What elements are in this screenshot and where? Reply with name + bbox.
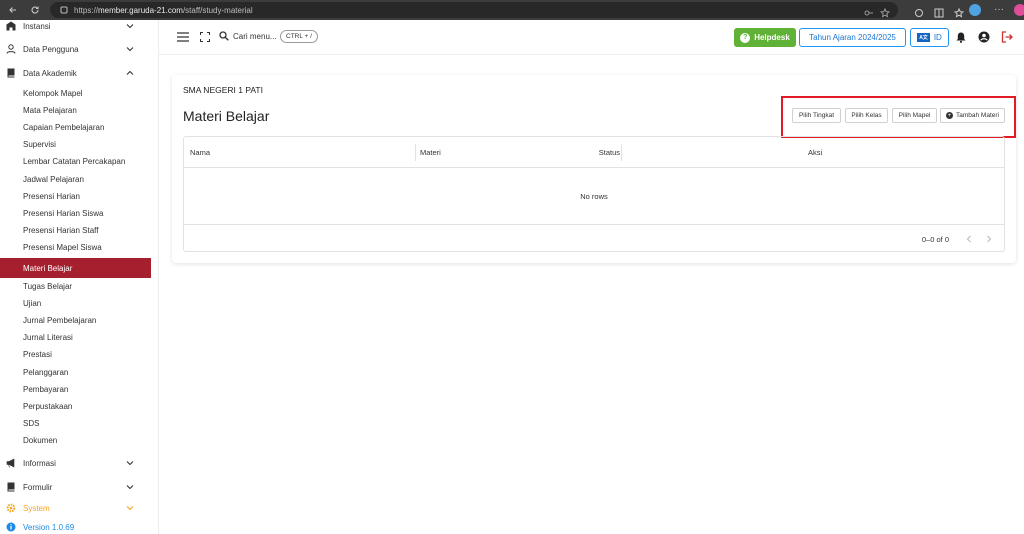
sidebar-group-label: Data Pengguna bbox=[23, 44, 79, 54]
column-header-aksi[interactable]: Aksi bbox=[808, 148, 822, 157]
sidebar-group-label: Informasi bbox=[23, 458, 56, 468]
user-icon bbox=[6, 44, 16, 54]
page-title: Materi Belajar bbox=[183, 108, 270, 124]
back-icon[interactable] bbox=[4, 1, 22, 19]
menu-search[interactable]: Cari menu... bbox=[219, 31, 277, 41]
column-separator[interactable] bbox=[621, 144, 622, 161]
data-grid: Nama Materi Status Aksi No rows 0–0 of 0 bbox=[183, 136, 1005, 252]
sidebar-item-mata-pelajaran[interactable]: Mata Pelajaran bbox=[0, 102, 151, 119]
language-button[interactable]: A文 ID bbox=[910, 28, 949, 47]
sidebar-group-formulir[interactable]: Formulir bbox=[0, 476, 158, 498]
shortcut-badge: CTRL + / bbox=[280, 30, 318, 43]
sidebar-item-materi-belajar[interactable]: Materi Belajar bbox=[0, 258, 151, 278]
column-header-status[interactable]: Status bbox=[584, 148, 620, 157]
chevron-down-icon bbox=[126, 485, 134, 490]
sidebar-item-kelompok-mapel[interactable]: Kelompok Mapel bbox=[0, 85, 151, 102]
megaphone-icon bbox=[6, 458, 16, 468]
chevron-down-icon bbox=[126, 461, 134, 466]
sidebar-group-label: System bbox=[23, 503, 50, 513]
sidebar-item-supervisi[interactable]: Supervisi bbox=[0, 136, 151, 153]
book-icon bbox=[6, 68, 16, 78]
sidebar-item-lembar-catatan-percakapan[interactable]: Lembar Catatan Percakapan bbox=[0, 153, 151, 170]
column-header-nama[interactable]: Nama bbox=[190, 148, 210, 157]
chevron-down-icon bbox=[126, 24, 134, 29]
help-icon: ? bbox=[740, 32, 751, 43]
version-label: Version 1.0.69 bbox=[23, 522, 75, 532]
sidebar-item-pelanggaran[interactable]: Pelanggaran bbox=[0, 364, 151, 381]
sidebar-item-ujian[interactable]: Ujian bbox=[0, 295, 151, 312]
add-icon: + bbox=[946, 112, 953, 119]
search-label: Cari menu... bbox=[233, 31, 277, 41]
sidebar-group-label: Formulir bbox=[23, 482, 53, 492]
sidebar-group-label: Data Akademik bbox=[23, 68, 77, 78]
sidebar-item-presensi-harian-staff[interactable]: Presensi Harian Staff bbox=[0, 222, 151, 239]
info-icon bbox=[6, 522, 16, 532]
chevron-up-icon bbox=[126, 70, 134, 75]
sidebar: Instansi Data Pengguna Data Akademik Kel… bbox=[0, 20, 159, 534]
sidebar-group-label: Instansi bbox=[23, 21, 51, 31]
helpdesk-label: Helpdesk bbox=[754, 33, 790, 42]
table-footer: 0–0 of 0 bbox=[184, 224, 1004, 252]
more-icon[interactable]: ··· bbox=[994, 4, 1004, 15]
sidebar-item-presensi-harian-siswa[interactable]: Presensi Harian Siswa bbox=[0, 205, 151, 222]
table-header: Nama Materi Status Aksi bbox=[184, 137, 1004, 168]
translate-icon: A文 bbox=[917, 33, 930, 42]
school-name: SMA NEGERI 1 PATI bbox=[183, 85, 263, 95]
gear-icon bbox=[6, 503, 16, 513]
logout-icon[interactable] bbox=[1001, 31, 1013, 43]
chevron-down-icon bbox=[126, 47, 134, 52]
account-icon[interactable] bbox=[978, 31, 990, 43]
sidebar-item-jurnal-literasi[interactable]: Jurnal Literasi bbox=[0, 329, 151, 346]
pilih-mapel-button[interactable]: Pilih Mapel bbox=[892, 108, 937, 123]
sidebar-item-presensi-harian[interactable]: Presensi Harian bbox=[0, 188, 151, 205]
sidebar-item-tugas-belajar[interactable]: Tugas Belajar bbox=[0, 278, 151, 295]
empty-state: No rows bbox=[580, 191, 608, 201]
sidebar-item-jadwal-pelajaran[interactable]: Jadwal Pelajaran bbox=[0, 171, 151, 188]
url-path: /staff/study-material bbox=[182, 5, 253, 15]
sidebar-item-jurnal-pembelajaran[interactable]: Jurnal Pembelajaran bbox=[0, 312, 151, 329]
sidebar-item-prestasi[interactable]: Prestasi bbox=[0, 346, 151, 363]
helpdesk-button[interactable]: ? Helpdesk bbox=[734, 28, 796, 47]
top-header: Cari menu... CTRL + / ? Helpdesk Tahun A… bbox=[159, 20, 1024, 55]
chevron-right-icon[interactable] bbox=[984, 234, 994, 244]
tambah-materi-button[interactable]: + Tambah Materi bbox=[940, 108, 1005, 123]
site-info-icon[interactable] bbox=[60, 6, 68, 14]
sidebar-item-capaian-pembelajaran[interactable]: Capaian Pembelajaran bbox=[0, 119, 151, 136]
hamburger-menu-icon[interactable] bbox=[177, 32, 189, 42]
version-info: Version 1.0.69 bbox=[0, 516, 158, 534]
school-icon bbox=[6, 21, 16, 31]
pilih-tingkat-button[interactable]: Pilih Tingkat bbox=[792, 108, 841, 123]
language-label: ID bbox=[933, 33, 942, 42]
reload-icon[interactable] bbox=[26, 1, 44, 19]
content-card: SMA NEGERI 1 PATI Materi Belajar Pilih T… bbox=[172, 75, 1016, 263]
sidebar-group-informasi[interactable]: Informasi bbox=[0, 452, 158, 474]
url-prefix: https:// bbox=[74, 5, 99, 15]
sidebar-item-pembayaran[interactable]: Pembayaran bbox=[0, 381, 151, 398]
column-separator[interactable] bbox=[415, 144, 416, 161]
form-icon bbox=[6, 482, 16, 492]
pilih-kelas-button[interactable]: Pilih Kelas bbox=[845, 108, 888, 123]
chevron-down-icon bbox=[126, 506, 134, 511]
academic-year-button[interactable]: Tahun Ajaran 2024/2025 bbox=[799, 28, 906, 47]
sidebar-group-data-akademik[interactable]: Data Akademik bbox=[0, 62, 158, 84]
sidebar-group-data-pengguna[interactable]: Data Pengguna bbox=[0, 38, 158, 60]
search-icon bbox=[219, 31, 229, 41]
fullscreen-icon[interactable] bbox=[200, 32, 210, 42]
sidebar-item-sds[interactable]: SDS bbox=[0, 415, 151, 432]
sidebar-item-presensi-mapel-siswa[interactable]: Presensi Mapel Siswa bbox=[0, 239, 151, 256]
pagination-info: 0–0 of 0 bbox=[921, 235, 949, 244]
chevron-left-icon[interactable] bbox=[964, 234, 974, 244]
url-domain: member.garuda-21.com bbox=[98, 5, 183, 15]
sidebar-item-perpustakaan[interactable]: Perpustakaan bbox=[0, 398, 151, 415]
column-header-materi[interactable]: Materi bbox=[420, 148, 441, 157]
bell-icon[interactable] bbox=[956, 32, 966, 43]
address-bar[interactable]: https://member.garuda-21.com/staff/study… bbox=[50, 2, 898, 18]
sidebar-item-dokumen[interactable]: Dokumen bbox=[0, 432, 151, 449]
sidebar-group-instansi[interactable]: Instansi bbox=[0, 20, 158, 37]
browser-toolbar: https://member.garuda-21.com/staff/study… bbox=[0, 0, 1024, 20]
tambah-materi-label: Tambah Materi bbox=[956, 112, 999, 119]
